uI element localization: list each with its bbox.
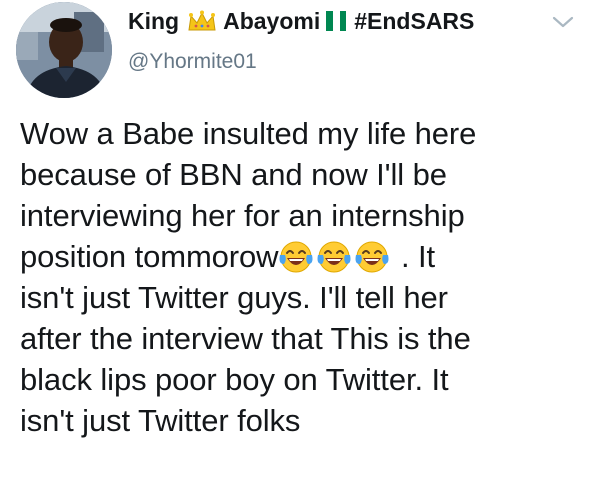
- tweet-line-with-emoji: position tommorow . It: [20, 236, 580, 277]
- tweet-header: King Abayomi #EndSARS @Yhormite01: [128, 6, 548, 75]
- crown-icon: [188, 10, 216, 31]
- tweet-line: black lips poor boy on Twitter. It: [20, 362, 449, 397]
- face-with-tears-of-joy-icon: [279, 241, 313, 273]
- tweet-line: isn't just Twitter folks: [20, 403, 301, 438]
- display-name[interactable]: King Abayomi #EndSARS: [128, 6, 548, 36]
- tweet-line: after the interview that This is the: [20, 321, 471, 356]
- display-name-second: Abayomi: [223, 8, 321, 34]
- face-with-tears-of-joy-icon: [317, 241, 351, 273]
- display-name-hashtag: #EndSARS: [354, 8, 475, 34]
- user-handle[interactable]: @Yhormite01: [128, 49, 548, 75]
- tweet-text: Wow a Babe insulted my life here because…: [20, 113, 580, 441]
- nigeria-flag-icon: [326, 11, 347, 31]
- chevron-down-icon[interactable]: [551, 14, 575, 30]
- tweet-line: Wow a Babe insulted my life here: [20, 116, 477, 151]
- face-with-tears-of-joy-icon: [355, 241, 389, 273]
- avatar[interactable]: [16, 2, 112, 98]
- tweet-line: isn't just Twitter guys. I'll tell her: [20, 280, 448, 315]
- tweet-line-text: . It: [392, 239, 436, 274]
- tweet-line-text: position tommorow: [20, 239, 279, 274]
- display-name-first: King: [128, 8, 180, 34]
- tweet-line: because of BBN and now I'll be: [20, 157, 447, 192]
- tweet-line: interviewing her for an internship: [20, 198, 465, 233]
- tweet-card: King Abayomi #EndSARS @Yhormite01 Wow a …: [0, 0, 590, 481]
